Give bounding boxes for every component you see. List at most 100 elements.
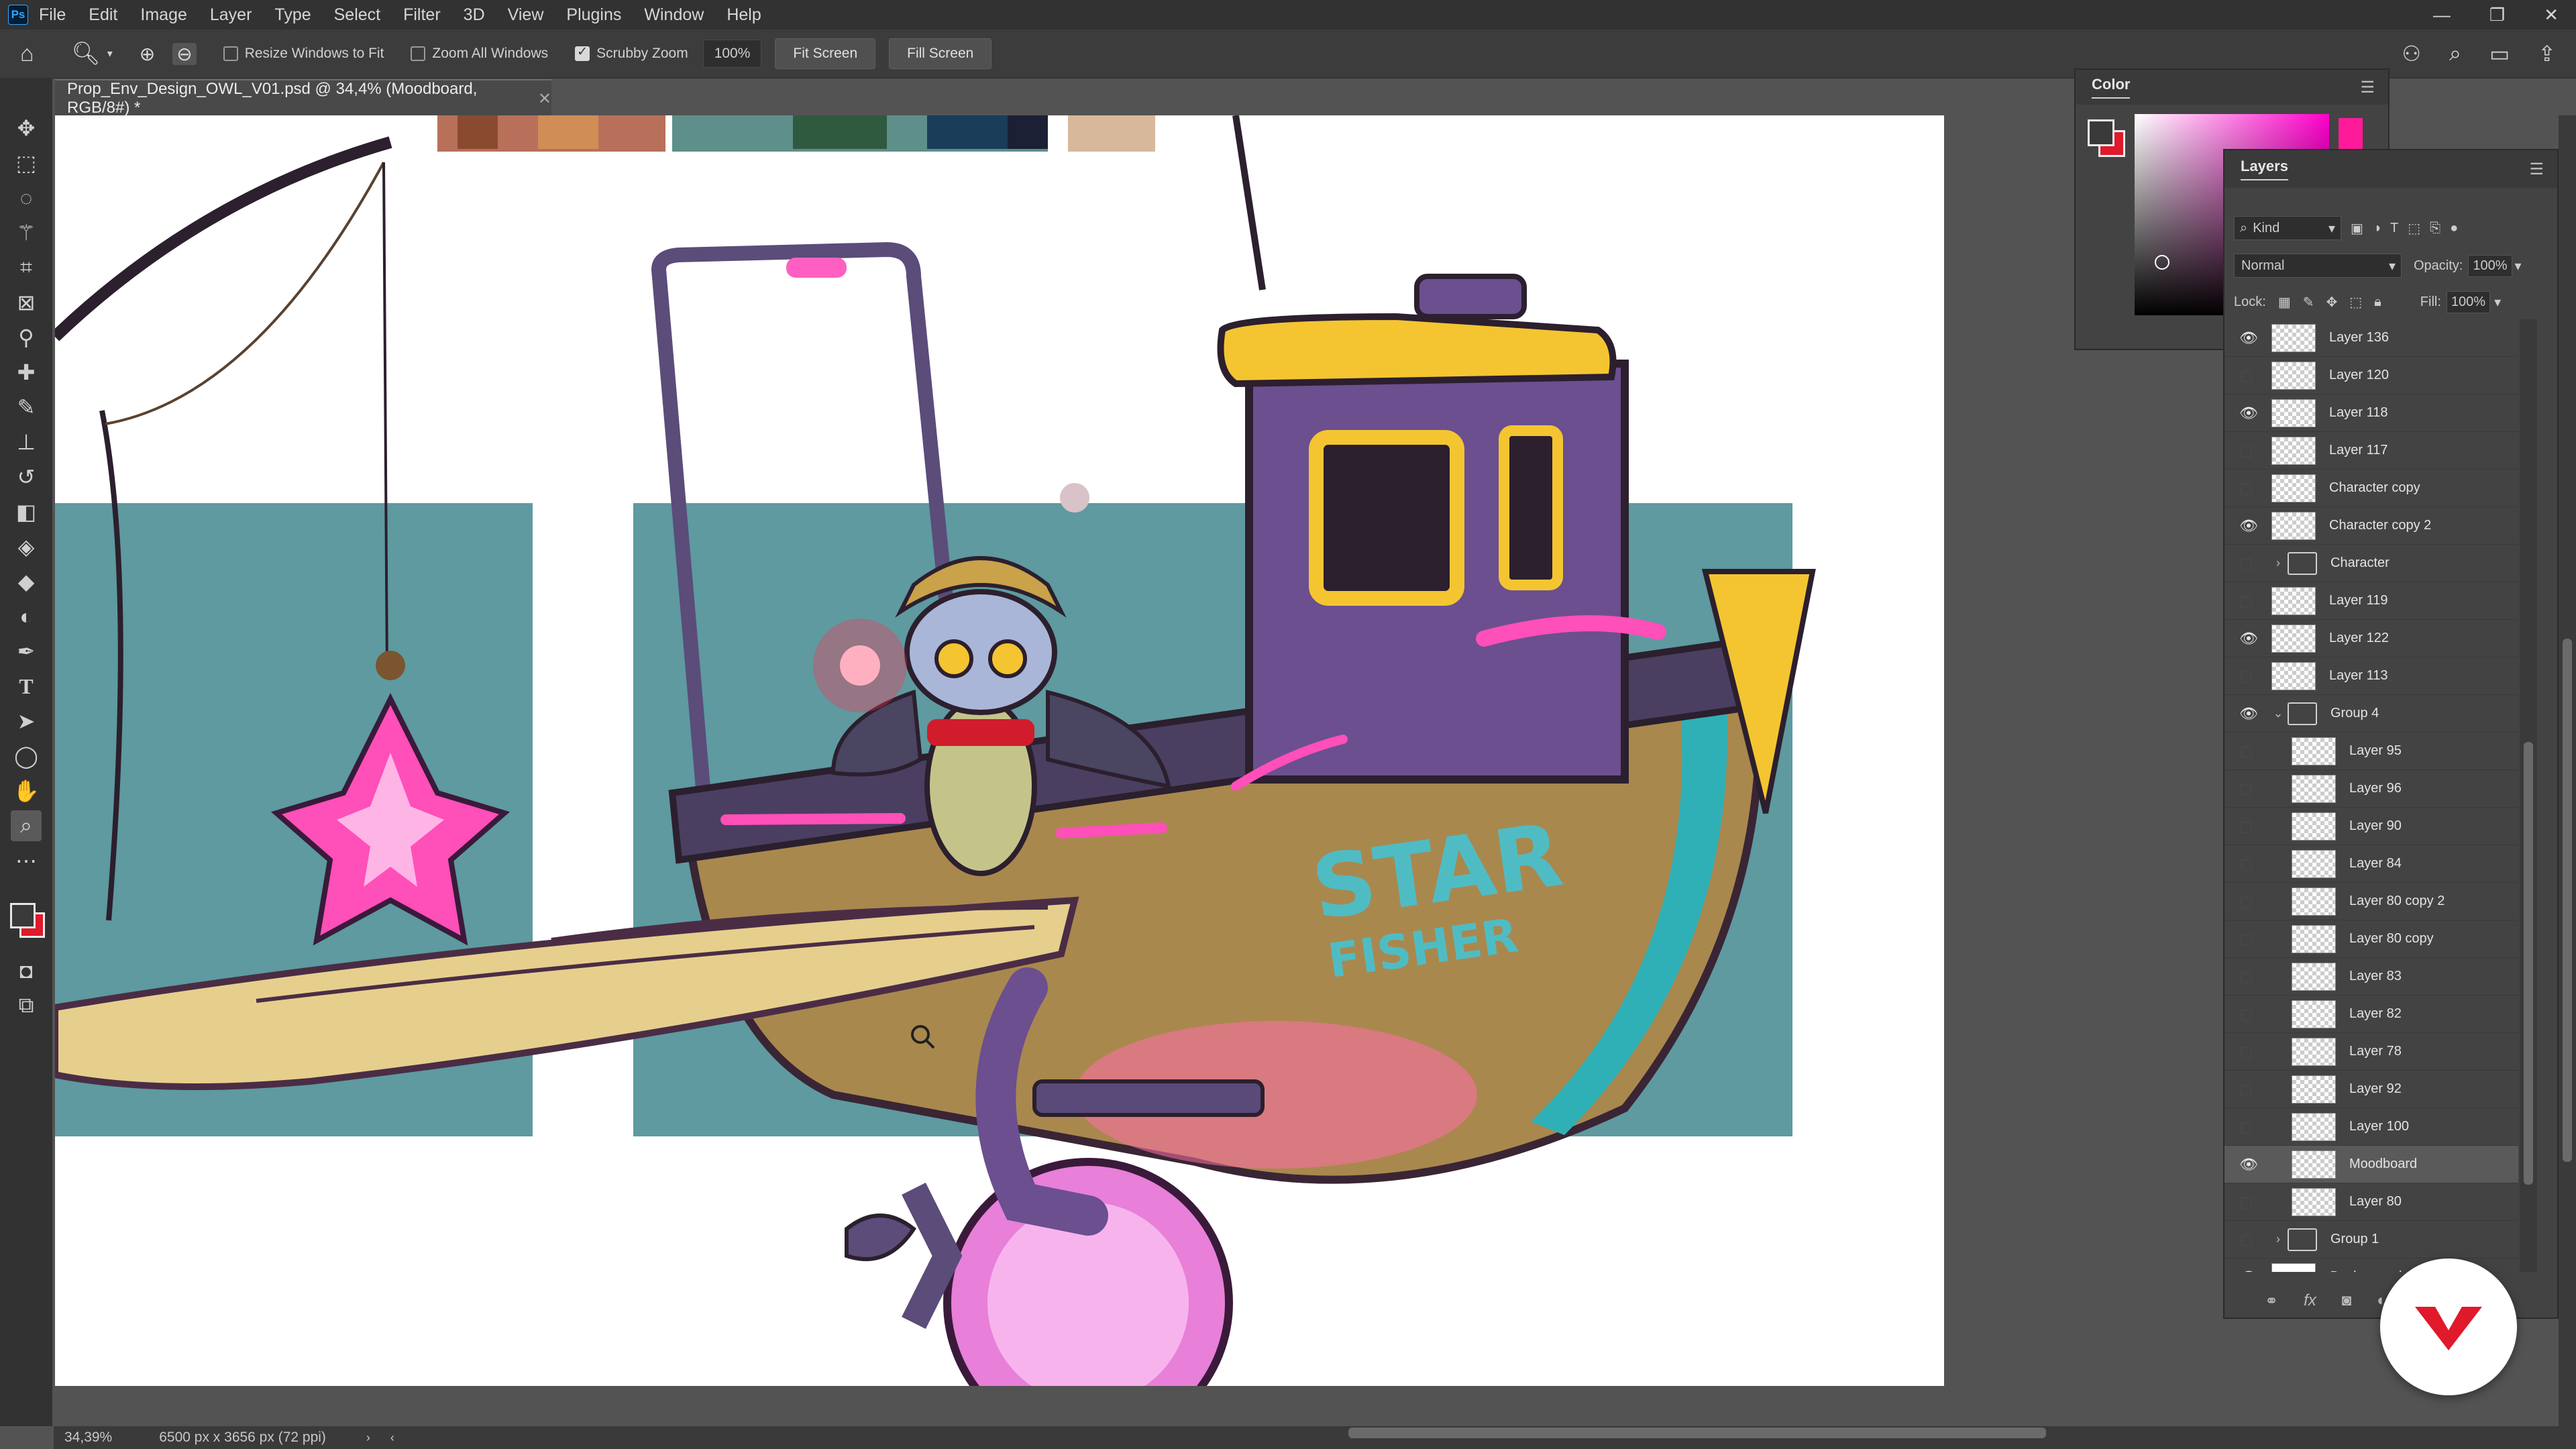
scroll-left-icon[interactable]: ‹ bbox=[390, 1431, 394, 1445]
layer-thumbnail[interactable] bbox=[2292, 1150, 2336, 1179]
chevron-down-icon[interactable]: ▾ bbox=[2515, 258, 2522, 274]
visibility-eye-icon[interactable]: 👁︎ bbox=[2239, 329, 2258, 347]
visibility-eye-icon[interactable]: ▢ bbox=[2239, 592, 2253, 610]
color-picker-cursor-icon[interactable] bbox=[2155, 255, 2169, 270]
minimize-icon[interactable]: — bbox=[2433, 5, 2451, 25]
layer-name[interactable]: Layer 117 bbox=[2329, 443, 2387, 458]
layer-name[interactable]: Layer 83 bbox=[2349, 969, 2402, 984]
layer-row[interactable]: ▢ Layer 92 bbox=[2224, 1071, 2518, 1108]
menu-edit[interactable]: Edit bbox=[89, 5, 117, 25]
screen-mode-icon[interactable]: ⧉ bbox=[11, 990, 42, 1021]
brush-tool-icon[interactable]: ✎ bbox=[11, 392, 42, 423]
filter-type-icon[interactable]: T bbox=[2390, 221, 2398, 236]
layer-name[interactable]: Layer 120 bbox=[2329, 368, 2389, 383]
zoom-out-icon[interactable]: ⊖ bbox=[172, 42, 197, 65]
filter-pixel-icon[interactable]: ▣ bbox=[2351, 220, 2363, 237]
layer-name[interactable]: Layer 95 bbox=[2349, 743, 2402, 759]
layer-thumbnail[interactable] bbox=[2271, 586, 2316, 615]
move-tool-icon[interactable]: ✥ bbox=[11, 113, 42, 144]
layer-thumbnail[interactable] bbox=[2292, 1112, 2336, 1141]
layer-thumbnail[interactable] bbox=[2292, 849, 2336, 878]
visibility-eye-icon[interactable]: ▢ bbox=[2239, 855, 2253, 873]
fill-screen-button[interactable]: Fill Screen bbox=[889, 38, 992, 69]
layer-name[interactable]: Layer 84 bbox=[2349, 856, 2402, 871]
hand-tool-icon[interactable]: ✋ bbox=[11, 775, 42, 806]
fit-screen-button[interactable]: Fit Screen bbox=[775, 38, 876, 69]
visibility-eye-icon[interactable]: ▢ bbox=[2239, 1118, 2253, 1136]
layer-thumbnail[interactable] bbox=[2292, 1037, 2336, 1066]
export-icon[interactable]: ⇪ bbox=[2538, 41, 2556, 66]
menu-select[interactable]: Select bbox=[334, 5, 380, 25]
layer-thumbnail[interactable] bbox=[2292, 1000, 2336, 1028]
opacity-field[interactable]: 100% bbox=[2468, 254, 2512, 277]
close-tab-icon[interactable]: ✕ bbox=[538, 89, 551, 109]
filter-toggle-icon[interactable]: ● bbox=[2450, 221, 2458, 236]
layer-row[interactable]: ▢ Layer 78 bbox=[2224, 1033, 2518, 1071]
blur-tool-icon[interactable]: ◆ bbox=[11, 566, 42, 597]
hue-swatch[interactable] bbox=[2339, 118, 2363, 152]
lasso-tool-icon[interactable]: ◌ bbox=[11, 182, 42, 213]
layer-thumbnail[interactable] bbox=[2271, 474, 2316, 502]
zoom-percent-field[interactable]: 100% bbox=[702, 40, 762, 68]
group-caret-icon[interactable]: › bbox=[2271, 556, 2285, 570]
layer-row[interactable]: ▢ Layer 80 copy 2 bbox=[2224, 883, 2518, 920]
layer-name[interactable]: Layer 100 bbox=[2349, 1119, 2409, 1134]
foreground-color-swatch[interactable] bbox=[10, 903, 36, 928]
visibility-eye-icon[interactable]: ▢ bbox=[2239, 667, 2253, 685]
zoom-preset-icon[interactable]: 🔍︎ bbox=[72, 40, 101, 67]
visibility-eye-icon[interactable]: ▢ bbox=[2239, 442, 2253, 460]
pen-tool-icon[interactable]: ✒ bbox=[11, 636, 42, 667]
visibility-eye-icon[interactable]: 👁︎ bbox=[2239, 1269, 2258, 1273]
layer-row[interactable]: ▢ Layer 119 bbox=[2224, 582, 2518, 620]
layer-thumbnail[interactable] bbox=[2292, 962, 2336, 991]
layer-row[interactable]: ▢ Layer 96 bbox=[2224, 770, 2518, 808]
layer-row[interactable]: 👁︎ Layer 122 bbox=[2224, 620, 2518, 657]
menu-3d[interactable]: 3D bbox=[464, 5, 485, 25]
layer-name[interactable]: Character copy 2 bbox=[2329, 518, 2431, 533]
layer-thumbnail[interactable] bbox=[2271, 1263, 2316, 1272]
group-caret-icon[interactable]: › bbox=[2271, 1232, 2285, 1246]
visibility-eye-icon[interactable]: ▢ bbox=[2239, 555, 2253, 572]
menu-filter[interactable]: Filter bbox=[403, 5, 441, 25]
zoom-tool-icon[interactable]: ⌕ bbox=[11, 810, 42, 841]
layer-thumbnail[interactable] bbox=[2292, 812, 2336, 841]
lock-artboard-icon[interactable]: ⬚ bbox=[2349, 294, 2362, 311]
photoshop-logo-icon[interactable]: Ps bbox=[8, 5, 28, 25]
share-icon[interactable]: ⚇ bbox=[2402, 41, 2421, 66]
layer-row[interactable]: 👁︎ Layer 136 bbox=[2224, 319, 2518, 357]
shape-tool-icon[interactable]: ◯ bbox=[11, 741, 42, 771]
layer-name[interactable]: Layer 80 bbox=[2349, 1194, 2402, 1210]
layer-row[interactable]: ▢ Layer 80 copy bbox=[2224, 920, 2518, 958]
layer-row[interactable]: ▢ Layer 90 bbox=[2224, 808, 2518, 845]
layer-row[interactable]: ▢ Layer 80 bbox=[2224, 1183, 2518, 1221]
fx-icon[interactable]: fx bbox=[2304, 1291, 2316, 1311]
layer-row[interactable]: ▢ › Group 1 bbox=[2224, 1221, 2518, 1258]
layer-name[interactable]: Layer 119 bbox=[2329, 593, 2387, 608]
visibility-eye-icon[interactable]: ▢ bbox=[2239, 480, 2253, 497]
filter-smart-object-icon[interactable]: ⎘ bbox=[2430, 221, 2440, 236]
layer-thumbnail[interactable] bbox=[2292, 1075, 2336, 1104]
document-canvas[interactable]: STAR FISHER bbox=[55, 115, 1944, 1386]
visibility-eye-icon[interactable]: ▢ bbox=[2239, 1081, 2253, 1098]
paint-bucket-tool-icon[interactable]: ◈ bbox=[11, 531, 42, 562]
layer-name[interactable]: Layer 118 bbox=[2329, 405, 2387, 421]
layer-name[interactable]: Layer 80 copy 2 bbox=[2349, 894, 2445, 909]
visibility-eye-icon[interactable]: ▢ bbox=[2239, 367, 2253, 384]
zoom-all-windows-checkbox[interactable]: Zoom All Windows bbox=[411, 46, 548, 62]
color-panel-tab[interactable]: Color bbox=[2092, 76, 2131, 99]
fill-field[interactable]: 100% bbox=[2446, 291, 2491, 313]
layer-name[interactable]: Layer 90 bbox=[2349, 818, 2402, 834]
layer-thumbnail[interactable] bbox=[2292, 737, 2336, 765]
layer-thumbnail[interactable] bbox=[2271, 436, 2316, 465]
workspace-icon[interactable]: ▭ bbox=[2489, 41, 2510, 66]
layer-name[interactable]: Character bbox=[2330, 555, 2390, 571]
more-tools-icon[interactable]: ⋯ bbox=[11, 845, 42, 876]
scrubby-zoom-box[interactable] bbox=[575, 44, 590, 61]
vertical-scroll-thumb[interactable] bbox=[2563, 639, 2572, 1162]
layer-row[interactable]: ▢ Layer 120 bbox=[2224, 357, 2518, 394]
resize-windows-checkbox[interactable]: Resize Windows to Fit bbox=[223, 46, 384, 62]
add-mask-icon[interactable]: ◙ bbox=[2342, 1291, 2352, 1311]
layer-thumbnail[interactable] bbox=[2271, 323, 2316, 352]
menu-layer[interactable]: Layer bbox=[210, 5, 252, 25]
layer-thumbnail[interactable] bbox=[2271, 361, 2316, 390]
